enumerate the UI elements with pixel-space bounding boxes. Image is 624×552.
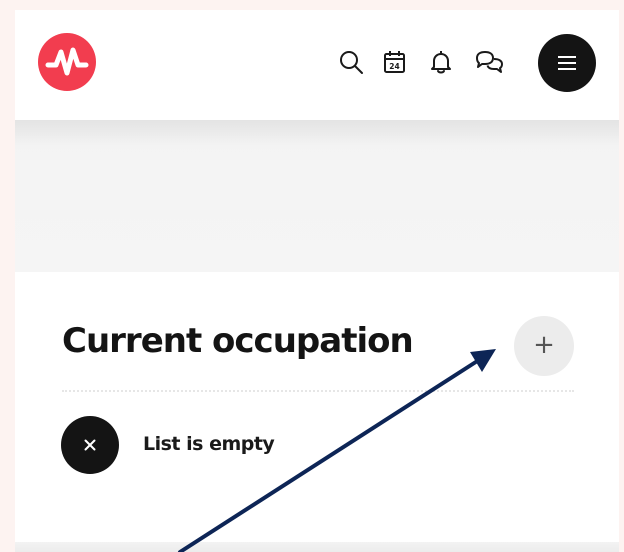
annotation-arrow	[178, 349, 496, 552]
